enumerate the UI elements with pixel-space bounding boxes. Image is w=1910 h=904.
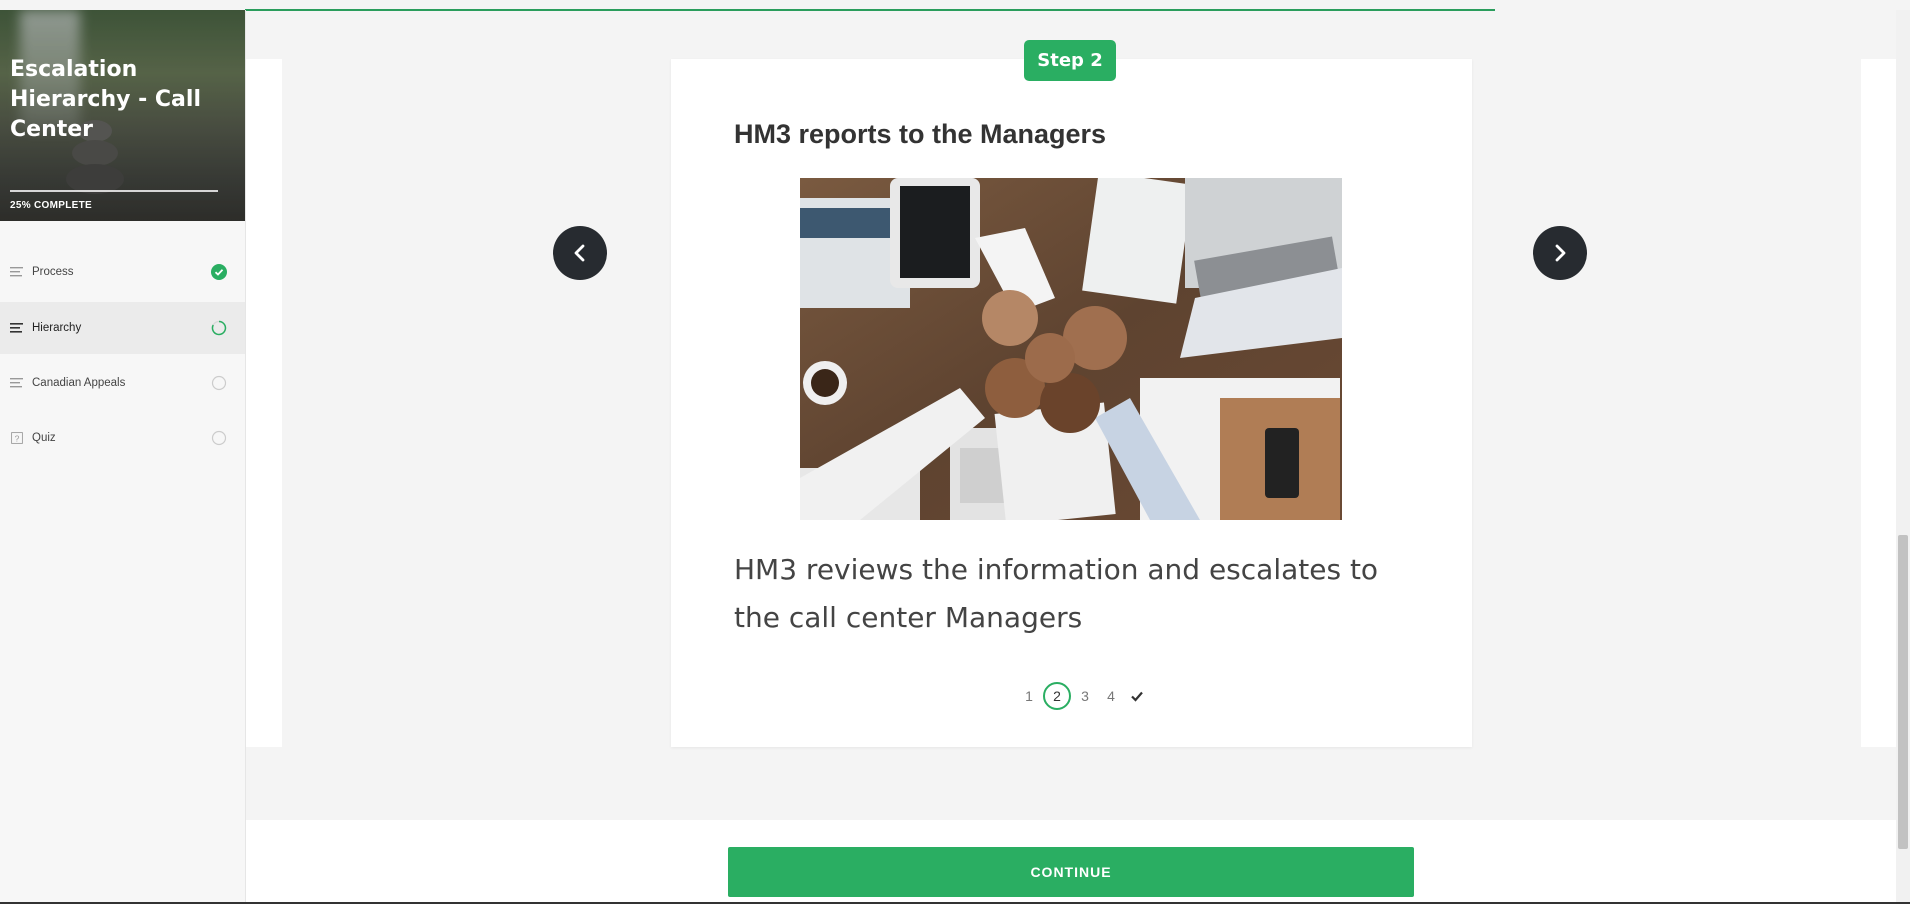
fist-bump-teamwork-photo bbox=[800, 178, 1342, 520]
chevron-left-icon bbox=[574, 244, 585, 262]
pager-page-2-current[interactable]: 2 bbox=[1043, 682, 1071, 710]
sidebar-item-label: Process bbox=[32, 266, 74, 278]
step-image bbox=[800, 178, 1342, 520]
pager-page-1[interactable]: 1 bbox=[1016, 688, 1042, 704]
sidebar-item-label: Hierarchy bbox=[32, 322, 82, 334]
step-body: HM3 reviews the information and escalate… bbox=[734, 553, 1379, 634]
course-title: Escalation Hierarchy - Call Center bbox=[10, 57, 201, 142]
course-hero: Escalation Hierarchy - Call Center 25% C… bbox=[0, 10, 245, 221]
lines-icon bbox=[10, 378, 23, 388]
chevron-right-icon bbox=[1555, 244, 1566, 262]
question-box-icon: ? bbox=[11, 432, 23, 444]
check-icon[interactable] bbox=[1124, 689, 1150, 703]
sidebar-item-canadian-appeals[interactable]: Canadian Appeals bbox=[0, 357, 245, 409]
sidebar-item-hierarchy[interactable]: Hierarchy bbox=[0, 302, 245, 354]
pager-page-4[interactable]: 4 bbox=[1098, 688, 1124, 704]
in-progress-ring-icon bbox=[211, 320, 227, 336]
previous-step-button[interactable] bbox=[553, 226, 607, 280]
course-progress-bar bbox=[10, 190, 218, 192]
step-card: HM3 reports to the Managers HM3 reviews … bbox=[671, 59, 1472, 747]
lines-icon bbox=[10, 323, 23, 333]
svg-text:?: ? bbox=[15, 433, 20, 443]
next-step-button[interactable] bbox=[1533, 226, 1587, 280]
sidebar-item-label: Quiz bbox=[32, 432, 56, 444]
continue-button[interactable]: CONTINUE bbox=[728, 847, 1414, 897]
previous-card-peek bbox=[246, 59, 282, 747]
step-badge: Step 2 bbox=[1024, 40, 1116, 81]
complete-check-icon bbox=[211, 264, 227, 280]
step-pager: 1 2 3 4 bbox=[1016, 682, 1150, 710]
not-started-ring-icon bbox=[211, 375, 227, 391]
course-progress-label: 25% COMPLETE bbox=[10, 200, 92, 211]
scrollbar-thumb[interactable] bbox=[1898, 535, 1908, 849]
sidebar-item-process[interactable]: Process bbox=[0, 246, 245, 298]
sidebar: Escalation Hierarchy - Call Center 25% C… bbox=[0, 10, 246, 904]
sidebar-item-quiz[interactable]: ? Quiz bbox=[0, 412, 245, 464]
lines-icon bbox=[10, 267, 23, 277]
pager-page-3[interactable]: 3 bbox=[1072, 688, 1098, 704]
sidebar-item-label: Canadian Appeals bbox=[32, 377, 126, 389]
not-started-ring-icon bbox=[211, 430, 227, 446]
main-content: HM3 reports to the Managers HM3 reviews … bbox=[246, 10, 1910, 904]
step-title: HM3 reports to the Managers bbox=[734, 119, 1107, 149]
